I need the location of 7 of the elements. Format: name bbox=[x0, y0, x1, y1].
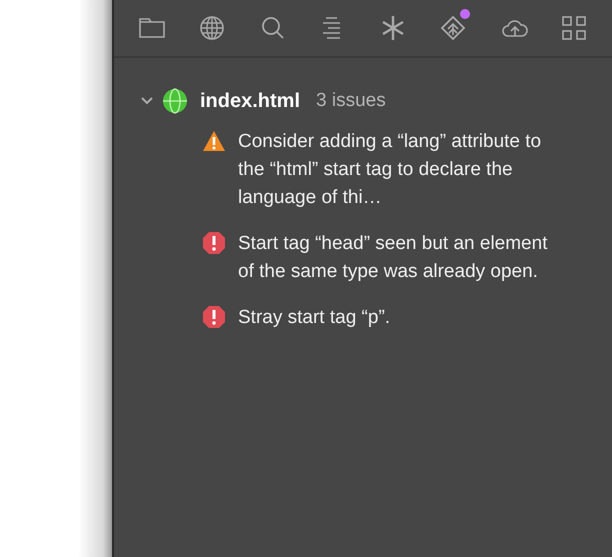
notification-badge bbox=[460, 9, 470, 19]
file-name: index.html bbox=[200, 90, 300, 112]
globe-icon bbox=[162, 88, 188, 114]
issue-count: 3 issues bbox=[316, 90, 386, 112]
issue-message[interactable]: Consider adding a “lang” attribute to the “html” start tag to declare the language of thi… bbox=[238, 128, 566, 212]
issue-message[interactable]: Start tag “head” seen but an element of the same type was already open. bbox=[238, 230, 566, 286]
issue-message[interactable]: Stray start tag “p”. bbox=[238, 304, 566, 332]
